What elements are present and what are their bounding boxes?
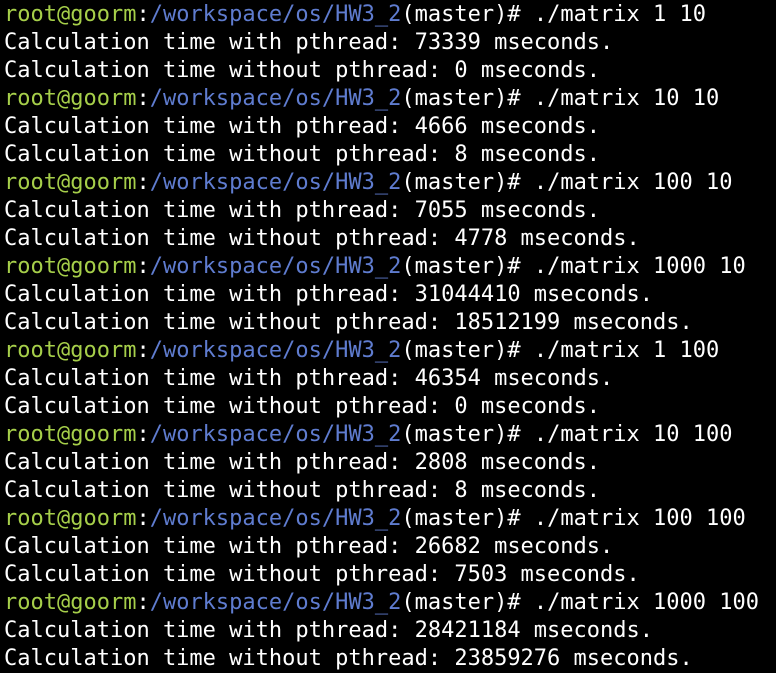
command-text: ./matrix 1000 100 — [533, 590, 759, 615]
prompt-branch: (master)# — [401, 254, 534, 279]
prompt-path: /workspace/os/HW3_2 — [149, 590, 402, 615]
prompt-branch: (master)# — [401, 338, 534, 363]
output-without-pthread: Calculation time without pthread: 4778 m… — [4, 226, 640, 251]
prompt-line: root@goorm:/workspace/os/HW3_2(master)# … — [4, 169, 776, 197]
output-without-pthread: Calculation time without pthread: 0 msec… — [4, 394, 601, 419]
terminal-window[interactable]: root@goorm:/workspace/os/HW3_2(master)# … — [0, 0, 776, 672]
output-with-pthread: Calculation time with pthread: 73339 mse… — [4, 30, 614, 55]
command-text: ./matrix 100 100 — [533, 506, 746, 531]
prompt-path: /workspace/os/HW3_2 — [149, 86, 402, 111]
command-text: ./matrix 1000 10 — [533, 254, 746, 279]
output-with-pthread: Calculation time with pthread: 7055 msec… — [4, 198, 601, 223]
prompt-line: root@goorm:/workspace/os/HW3_2(master)# … — [4, 253, 776, 281]
output-with-pthread: Calculation time with pthread: 31044410 … — [4, 282, 654, 307]
prompt-line: root@goorm:/workspace/os/HW3_2(master)# … — [4, 505, 776, 533]
prompt-separator: : — [136, 170, 150, 195]
prompt-branch: (master)# — [401, 86, 534, 111]
command-text: ./matrix 1 10 — [533, 2, 707, 27]
output-without-pthread: Calculation time without pthread: 7503 m… — [4, 562, 640, 587]
command-text: ./matrix 10 10 — [533, 86, 720, 111]
prompt-path: /workspace/os/HW3_2 — [149, 338, 402, 363]
prompt-user-host: root@goorm — [4, 590, 137, 615]
prompt-line: root@goorm:/workspace/os/HW3_2(master)# … — [4, 421, 776, 449]
prompt-path: /workspace/os/HW3_2 — [149, 170, 402, 195]
output-with-pthread: Calculation time with pthread: 46354 mse… — [4, 366, 614, 391]
output-without-pthread: Calculation time without pthread: 0 msec… — [4, 58, 601, 83]
output-without-pthread: Calculation time without pthread: 8 msec… — [4, 142, 601, 167]
prompt-separator: : — [136, 422, 150, 447]
prompt-separator: : — [136, 254, 150, 279]
prompt-path: /workspace/os/HW3_2 — [149, 2, 402, 27]
prompt-separator: : — [136, 590, 150, 615]
prompt-separator: : — [136, 506, 150, 531]
output-with-pthread: Calculation time with pthread: 26682 mse… — [4, 534, 614, 559]
prompt-branch: (master)# — [401, 590, 534, 615]
prompt-line: root@goorm:/workspace/os/HW3_2(master)# … — [4, 1, 776, 29]
prompt-path: /workspace/os/HW3_2 — [149, 254, 402, 279]
prompt-line: root@goorm:/workspace/os/HW3_2(master)# … — [4, 337, 776, 365]
prompt-user-host: root@goorm — [4, 170, 137, 195]
command-text: ./matrix 10 100 — [533, 422, 733, 447]
output-with-pthread: Calculation time with pthread: 28421184 … — [4, 618, 654, 643]
output-with-pthread: Calculation time with pthread: 2808 msec… — [4, 450, 601, 475]
prompt-user-host: root@goorm — [4, 86, 137, 111]
output-without-pthread: Calculation time without pthread: 185121… — [4, 310, 693, 335]
prompt-separator: : — [136, 86, 150, 111]
prompt-branch: (master)# — [401, 422, 534, 447]
command-text: ./matrix 1 100 — [533, 338, 720, 363]
output-without-pthread: Calculation time without pthread: 238592… — [4, 646, 693, 671]
prompt-user-host: root@goorm — [4, 2, 137, 27]
prompt-line: root@goorm:/workspace/os/HW3_2(master)# … — [4, 589, 776, 617]
prompt-path: /workspace/os/HW3_2 — [149, 422, 402, 447]
prompt-branch: (master)# — [401, 2, 534, 27]
prompt-user-host: root@goorm — [4, 506, 137, 531]
output-without-pthread: Calculation time without pthread: 8 msec… — [4, 478, 601, 503]
prompt-user-host: root@goorm — [4, 422, 137, 447]
prompt-path: /workspace/os/HW3_2 — [149, 506, 402, 531]
output-with-pthread: Calculation time with pthread: 4666 msec… — [4, 114, 601, 139]
prompt-separator: : — [136, 338, 150, 363]
prompt-branch: (master)# — [401, 506, 534, 531]
prompt-user-host: root@goorm — [4, 254, 137, 279]
command-text: ./matrix 100 10 — [533, 170, 733, 195]
prompt-user-host: root@goorm — [4, 338, 137, 363]
prompt-line: root@goorm:/workspace/os/HW3_2(master)# … — [4, 85, 776, 113]
prompt-separator: : — [136, 2, 150, 27]
prompt-branch: (master)# — [401, 170, 534, 195]
